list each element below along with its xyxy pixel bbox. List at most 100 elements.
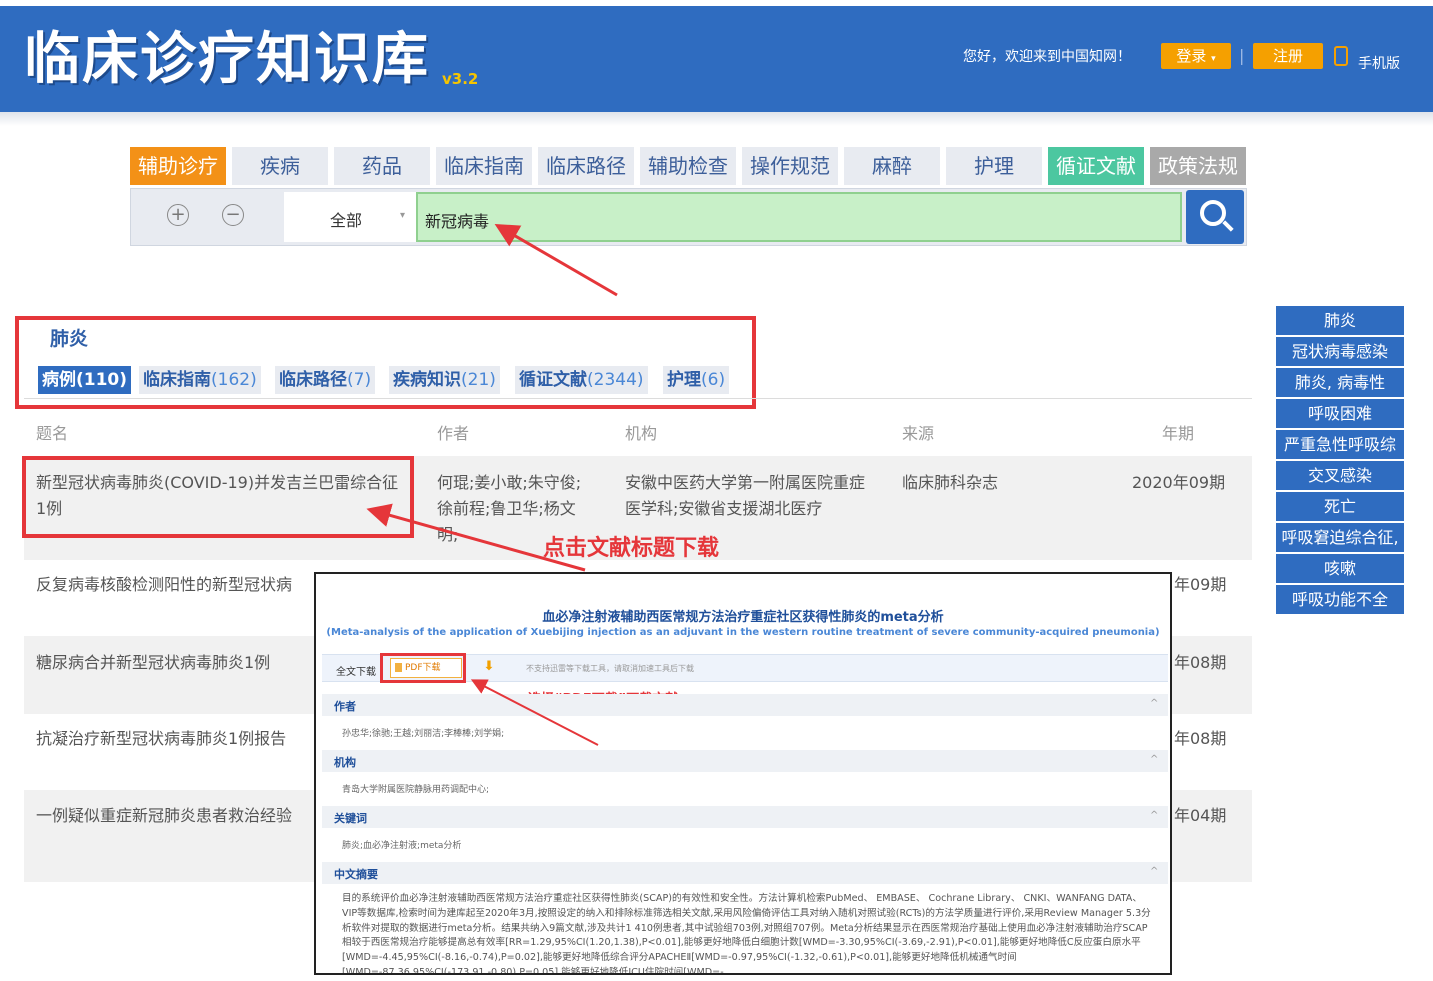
keyword-link[interactable]: 咳嗽 — [1276, 554, 1404, 583]
column-header-title: 题名 — [36, 424, 69, 443]
tab-evidence-literature[interactable]: 循证文献 — [1048, 147, 1144, 185]
tab-clinical-pathway[interactable]: 临床路径 — [538, 147, 634, 185]
chip-count: (110) — [76, 370, 128, 390]
mobile-phone-icon[interactable] — [1334, 46, 1348, 66]
column-header-source: 来源 — [902, 424, 935, 443]
header-shadow — [0, 112, 1433, 126]
keyword-link[interactable]: 呼吸窘迫综合征, — [1276, 523, 1404, 552]
register-button[interactable]: 注册 — [1253, 43, 1323, 69]
section-abstract[interactable] — [322, 862, 1168, 884]
chip-count: (21) — [461, 370, 496, 390]
tab-drug[interactable]: 药品 — [334, 147, 430, 185]
keyword-link[interactable]: 呼吸功能不全 — [1276, 585, 1404, 614]
zoom-in-icon[interactable]: + — [167, 204, 189, 226]
tab-clinical-guideline[interactable]: 临床指南 — [436, 147, 532, 185]
tab-operation-spec[interactable]: 操作规范 — [742, 147, 838, 185]
category-highlight-box — [15, 316, 756, 409]
section-label: 关键词 — [334, 812, 367, 825]
chip-label: 病例 — [42, 370, 76, 390]
search-button[interactable] — [1186, 190, 1244, 244]
mobile-version-link[interactable]: 手机版 — [1358, 53, 1400, 73]
chip-label: 疾病知识 — [393, 370, 461, 390]
section-text: 青岛大学附属医院静脉用药调配中心; — [342, 785, 490, 795]
section-org[interactable] — [322, 750, 1168, 772]
chip-count: (7) — [347, 370, 372, 390]
keyword-link[interactable]: 交叉感染 — [1276, 461, 1404, 490]
column-header-year: 年期 — [1162, 424, 1195, 443]
download-note: 不支持迅雷等下载工具，请取消加速工具后下载 — [526, 664, 694, 673]
chip-evidence-literature[interactable]: 循证文献(2344) — [515, 366, 648, 394]
download-label: 全文下载 — [336, 667, 376, 678]
chevron-up-icon[interactable]: ^ — [1150, 754, 1158, 765]
tab-anesthesia[interactable]: 麻醉 — [844, 147, 940, 185]
section-authors[interactable] — [322, 694, 1168, 716]
version-label: v3.2 — [442, 70, 479, 88]
chip-count: (2344) — [587, 370, 644, 390]
welcome-text: 您好，欢迎来到中国知网！ — [963, 49, 1131, 65]
zoom-out-icon[interactable]: − — [222, 204, 244, 226]
tab-auxiliary-exam[interactable]: 辅助检查 — [640, 147, 736, 185]
page: 临床诊疗知识库 v3.2 您好，欢迎来到中国知网！ 登录 ▾ | 注册 手机版 … — [0, 0, 1433, 981]
tab-nursing[interactable]: 护理 — [946, 147, 1042, 185]
chevron-up-icon[interactable]: ^ — [1150, 698, 1158, 709]
keyword-link[interactable]: 肺炎 — [1276, 306, 1404, 335]
article-subtitle: (Meta-analysis of the application of Xue… — [326, 627, 1160, 638]
chip-disease-knowledge[interactable]: 疾病知识(21) — [389, 366, 500, 394]
chevron-down-icon: ▾ — [400, 210, 406, 221]
site-logo[interactable]: 临床诊疗知识库 — [24, 14, 430, 95]
chevron-up-icon[interactable]: ^ — [1150, 810, 1158, 821]
section-text: 肺炎;血必净注射液;meta分析 — [342, 841, 462, 851]
keyword-link[interactable]: 肺炎, 病毒性 — [1276, 368, 1404, 397]
chip-label: 临床指南 — [143, 370, 211, 390]
tab-disease[interactable]: 疾病 — [232, 147, 328, 185]
article-year: 年04期 — [1174, 806, 1227, 825]
abstract-text: 目的系统评价血必净注射液辅助西医常规方法治疗重症社区获得性肺炎(SCAP)的有效… — [342, 893, 1151, 975]
download-icon[interactable]: ⬇ — [482, 660, 496, 674]
divider — [24, 398, 1252, 399]
article-org: 安徽中医药大学第一附属医院重症医学科;安徽省支援湖北医疗 — [625, 473, 866, 518]
section-text: 孙忠华;徐驰;王越;刘丽洁;李棒棒;刘学娟; — [342, 729, 505, 739]
article-year: 年08期 — [1174, 729, 1227, 748]
column-header-org: 机构 — [625, 424, 658, 443]
annotation-click-title: 点击文献标题下载 — [543, 536, 720, 561]
tab-assisted-diagnosis[interactable]: 辅助诊疗 — [130, 147, 226, 185]
article-year: 年09期 — [1174, 575, 1227, 594]
article-source: 临床肺科杂志 — [902, 473, 999, 492]
section-keywords[interactable] — [322, 806, 1168, 828]
chip-label: 临床路径 — [279, 370, 347, 390]
chip-clinical-guideline[interactable]: 临床指南(162) — [139, 366, 261, 394]
search-input[interactable]: 新冠病毒 — [416, 192, 1182, 242]
keyword-link[interactable]: 呼吸困难 — [1276, 399, 1404, 428]
chip-count: (6) — [701, 370, 726, 390]
category-title: 肺炎 — [50, 328, 89, 350]
article-detail-screenshot: 血必净注射液辅助西医常规方法治疗重症社区获得性肺炎的meta分析 (Meta-a… — [314, 572, 1172, 975]
section-label: 机构 — [334, 756, 356, 769]
article-title-link[interactable]: 反复病毒核酸检测阳性的新型冠状病 — [36, 572, 292, 598]
keyword-link[interactable]: 严重急性呼吸综 — [1276, 430, 1404, 459]
article-title-link[interactable]: 糖尿病合并新型冠状病毒肺炎1例 — [36, 650, 270, 676]
article-title: 血必净注射液辅助西医常规方法治疗重症社区获得性肺炎的meta分析 — [542, 610, 944, 625]
chevron-up-icon[interactable]: ^ — [1150, 866, 1158, 877]
chip-case[interactable]: 病例(110) — [38, 366, 132, 394]
keyword-link[interactable]: 死亡 — [1276, 492, 1404, 521]
chip-count: (162) — [211, 370, 257, 390]
keyword-link[interactable]: 冠状病毒感染 — [1276, 337, 1404, 366]
chip-clinical-pathway[interactable]: 临床路径(7) — [275, 366, 376, 394]
login-label: 登录 — [1176, 47, 1207, 65]
article-title-link[interactable]: 一例疑似重症新冠肺炎患者救治经验 — [36, 803, 292, 829]
search-icon-handle — [1222, 220, 1234, 232]
section-label: 中文摘要 — [334, 868, 378, 881]
section-label: 作者 — [334, 700, 356, 713]
pdf-highlight-box — [380, 653, 466, 683]
header-separator: | — [1239, 46, 1245, 65]
chip-label: 循证文献 — [519, 370, 587, 390]
column-header-author: 作者 — [437, 424, 470, 443]
chevron-down-icon: ▾ — [1211, 54, 1216, 64]
article-year: 年08期 — [1174, 653, 1227, 672]
title-highlight-box — [22, 456, 414, 538]
article-title-link[interactable]: 抗凝治疗新型冠状病毒肺炎1例报告 — [36, 726, 286, 752]
login-button[interactable]: 登录 ▾ — [1161, 43, 1231, 69]
tab-policy-regulation[interactable]: 政策法规 — [1150, 147, 1246, 185]
article-year: 2020年09期 — [1132, 473, 1226, 492]
chip-nursing[interactable]: 护理(6) — [663, 366, 730, 394]
